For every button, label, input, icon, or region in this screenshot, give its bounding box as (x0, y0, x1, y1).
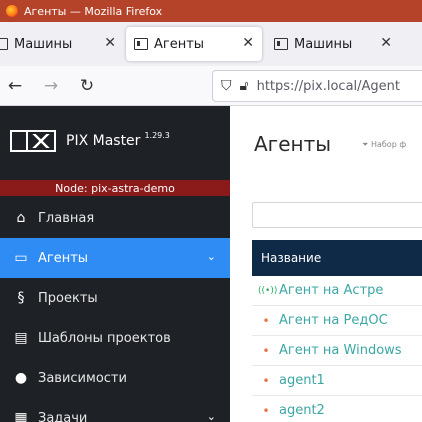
close-tab-icon[interactable]: ✕ (380, 35, 392, 51)
page-title: Агенты (254, 132, 332, 156)
tab-page-icon (134, 38, 148, 50)
status-offline-icon: • (262, 313, 270, 328)
table-row[interactable]: • Агент на РедОС (252, 306, 422, 336)
table-row[interactable]: • agent1 (252, 366, 422, 396)
sidebar-item-projects[interactable]: § Проекты (0, 278, 230, 318)
back-arrow-icon[interactable]: ← (0, 71, 30, 101)
agent-name-link[interactable]: agent2 (279, 403, 325, 418)
agent-name-link[interactable]: Агент на Астре (279, 283, 383, 298)
projects-icon: § (17, 290, 25, 306)
chevron-down-icon[interactable]: ⌄ (207, 250, 216, 263)
brand-name: PIX Master (66, 133, 141, 149)
status-offline-icon: • (262, 343, 270, 358)
sidebar-item-dependencies[interactable]: ● Зависимости (0, 358, 230, 398)
url-text[interactable]: https://pix.local/Agent (257, 79, 400, 94)
sidebar-item-home[interactable]: ⌂ Главная (0, 198, 230, 238)
filter-label: Набор ф (370, 140, 407, 149)
agent-name-link[interactable]: Агент на Windows (279, 343, 402, 358)
sidebar: PIX Master 1.29.3 Node: pix-astra-demo ⌂… (0, 106, 230, 422)
tab-mashiny-2[interactable]: Машины ✕ (264, 27, 400, 61)
tab-label: Машины (294, 36, 353, 52)
sidebar-item-label: Задачи (38, 410, 88, 422)
chevron-down-icon[interactable]: ⌄ (207, 410, 216, 422)
close-tab-icon[interactable]: ✕ (104, 35, 116, 51)
sidebar-item-label: Зависимости (38, 370, 127, 386)
sidebar-menu: ⌂ Главная ▭ Агенты ⌄ § Проекты ▤ Шаблоны… (0, 198, 230, 422)
sidebar-item-label: Проекты (38, 290, 98, 306)
window-titlebar: Агенты — Mozilla Firefox (0, 0, 422, 22)
brand-version: 1.29.3 (144, 130, 170, 140)
tab-page-icon (0, 38, 8, 50)
sidebar-item-label: Шаблоны проектов (38, 330, 171, 346)
table-row[interactable]: • Агент на Windows (252, 336, 422, 366)
search-input[interactable] (252, 202, 422, 228)
tab-strip: Машины ✕ Агенты ✕ Машины ✕ (0, 22, 422, 66)
node-badge: Node: pix-astra-demo (0, 180, 230, 196)
sidebar-item-tasks[interactable]: ▦ Задачи ⌄ (0, 398, 230, 422)
sidebar-item-templates[interactable]: ▤ Шаблоны проектов (0, 318, 230, 358)
pix-logo-icon (10, 130, 56, 152)
template-icon: ▤ (14, 330, 28, 346)
home-icon: ⌂ (16, 210, 26, 226)
sidebar-item-label: Агенты (38, 250, 89, 266)
url-bar[interactable]: ⛉ 🔓︎ https://pix.local/Agent (212, 70, 422, 102)
brand[interactable]: PIX Master 1.29.3 (10, 130, 170, 152)
table-row[interactable]: • agent2 (252, 396, 422, 422)
window-title: Агенты — Mozilla Firefox (24, 4, 163, 18)
tab-agenty[interactable]: Агенты ✕ (126, 27, 262, 61)
status-offline-icon: • (262, 373, 270, 388)
sidebar-item-agents[interactable]: ▭ Агенты ⌄ (0, 238, 230, 278)
status-offline-icon: • (262, 403, 270, 418)
close-tab-icon[interactable]: ✕ (242, 35, 254, 51)
table-row[interactable]: ((•)) Агент на Астре (252, 276, 422, 306)
tab-page-icon (274, 38, 288, 50)
lock-icon[interactable]: 🔓︎ (240, 78, 249, 94)
agent-name-link[interactable]: agent1 (279, 373, 325, 388)
forward-arrow-icon[interactable]: → (36, 71, 66, 101)
agents-table: Название ((•)) Агент на Астре • Агент на… (252, 240, 422, 422)
tab-label: Машины (14, 36, 73, 52)
shield-icon[interactable]: ⛉ (221, 78, 232, 94)
firefox-logo-icon (6, 5, 18, 17)
tasks-icon: ▦ (14, 410, 28, 422)
main-content: Агенты ⏷ Набор ф Название ((•)) Агент на… (230, 106, 422, 422)
filter-set-link[interactable]: ⏷ Набор ф (362, 140, 406, 150)
tab-label: Агенты (154, 36, 205, 52)
table-header-name[interactable]: Название (252, 240, 422, 276)
sidebar-item-label: Главная (38, 210, 95, 226)
dependencies-icon: ● (14, 370, 28, 386)
navigation-bar: ← → ↻ ⛉ 🔓︎ https://pix.local/Agent (0, 66, 422, 106)
status-online-icon: ((•)) (258, 285, 278, 296)
monitor-icon: ▭ (14, 250, 28, 266)
reload-icon[interactable]: ↻ (72, 71, 102, 101)
agent-name-link[interactable]: Агент на РедОС (279, 313, 388, 328)
tab-mashiny-1[interactable]: Машины ✕ (0, 27, 124, 61)
filter-icon: ⏷ (362, 140, 369, 149)
